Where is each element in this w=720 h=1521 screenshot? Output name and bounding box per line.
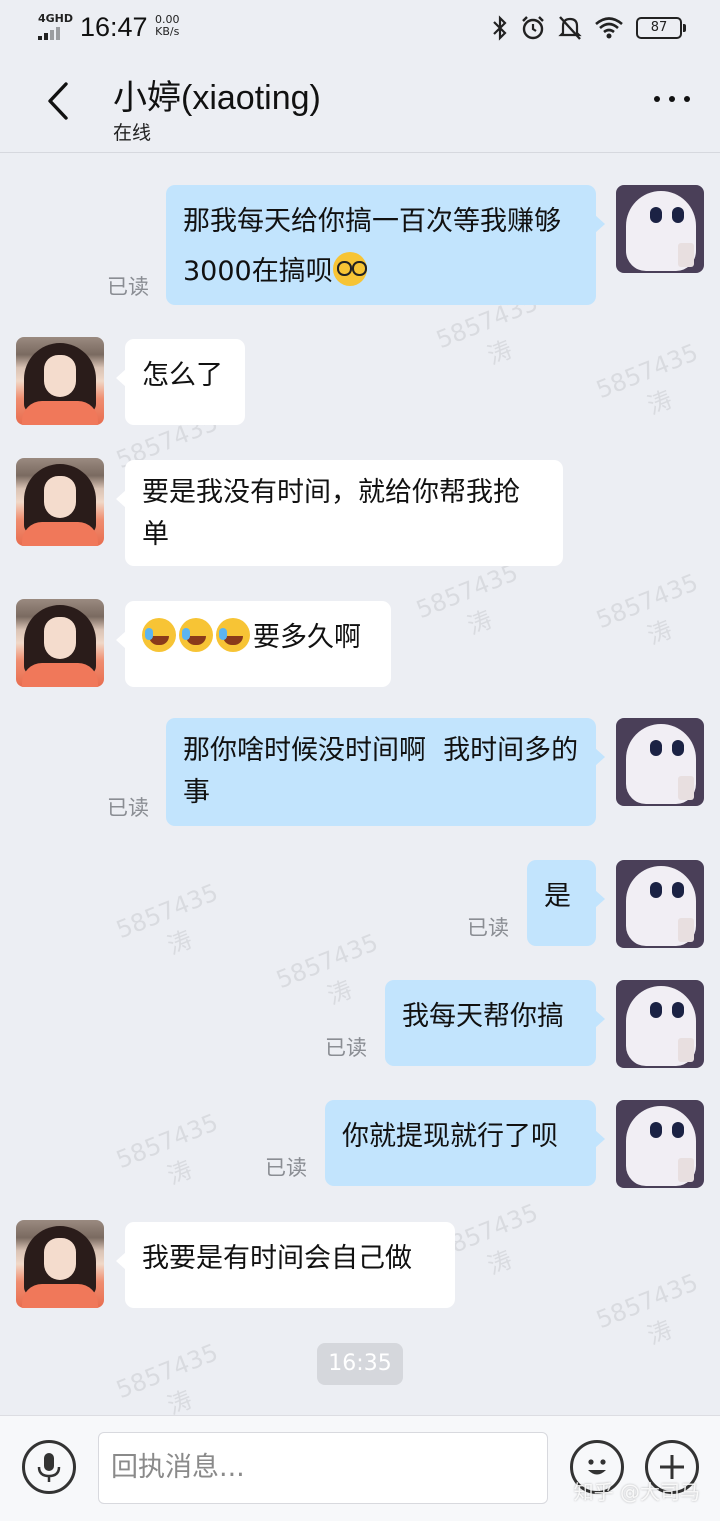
read-receipt: 已读 — [107, 796, 149, 820]
message-row: 我要是有时间会自己做 — [0, 1220, 720, 1308]
site-watermark: 知乎 @大司马 — [573, 1480, 700, 1504]
status-bar: 4GHD 16:47 0.00 KB/s 87 — [0, 0, 720, 56]
message-bubble[interactable]: 要是我没有时间，就给你帮我抢单 — [116, 460, 563, 566]
avatar[interactable] — [16, 458, 104, 546]
chat-header: 小婷(xiaoting) 在线 — [0, 56, 720, 153]
message-bubble[interactable]: 怎么了 — [116, 339, 245, 425]
message-input[interactable]: 回执消息... — [98, 1432, 548, 1504]
read-receipt: 已读 — [107, 275, 149, 299]
message-row: 要是我没有时间，就给你帮我抢单 — [0, 458, 720, 568]
message-row: 已读 我每天帮你搞 — [0, 980, 720, 1068]
read-receipt: 已读 — [467, 916, 509, 940]
message-bubble[interactable]: 是 — [527, 860, 605, 946]
avatar[interactable] — [616, 860, 704, 948]
timestamp: 16:35 — [317, 1343, 403, 1385]
status-icons: 87 — [492, 14, 686, 42]
message-text: 我要是有时间会自己做 — [142, 1243, 412, 1274]
message-text: 是 — [544, 881, 571, 912]
message-text: 那你啥时候没时间啊 我时间多的事 — [183, 735, 579, 808]
chat-area[interactable]: 5857435涛 5857435涛 5857435涛 5857435涛 5857… — [0, 153, 720, 1415]
input-bar: 回执消息... 知乎 @大司马 — [0, 1415, 720, 1521]
avatar[interactable] — [16, 1220, 104, 1308]
alarm-icon — [522, 16, 544, 40]
read-receipt: 已读 — [265, 1156, 307, 1180]
avatar[interactable] — [16, 599, 104, 687]
watermark: 5857435涛 — [112, 1338, 222, 1415]
mute-icon — [558, 16, 582, 40]
avatar[interactable] — [616, 980, 704, 1068]
crying-emoji-icon — [142, 618, 176, 652]
clock: 16:47 — [80, 12, 148, 42]
chevron-left-icon[interactable] — [40, 78, 76, 124]
message-bubble[interactable]: 我每天帮你搞 — [385, 980, 605, 1066]
avatar[interactable] — [616, 185, 704, 273]
message-row: 已读 你就提现就行了呗 — [0, 1100, 720, 1188]
message-row: 要多久啊 — [0, 599, 720, 687]
message-row: 已读 是 — [0, 860, 720, 948]
message-text: 要是我没有时间，就给你帮我抢单 — [142, 477, 520, 550]
message-text: 怎么了 — [142, 360, 223, 391]
battery-icon: 87 — [636, 17, 686, 39]
signal-icon — [38, 26, 70, 40]
message-text: 要多久啊 — [253, 622, 361, 653]
message-bubble[interactable]: 要多久啊 — [116, 601, 391, 687]
message-text: 你就提现就行了呗 — [342, 1121, 558, 1152]
message-text: 我每天帮你搞 — [402, 1001, 564, 1032]
network-speed: 0.00 KB/s — [155, 13, 180, 38]
message-row: 已读 那我每天给你搞一百次等我赚够3000在搞呗 — [0, 185, 720, 307]
microphone-icon[interactable] — [22, 1440, 76, 1494]
read-receipt: 已读 — [325, 1036, 367, 1060]
crying-emoji-icon — [216, 618, 250, 652]
avatar[interactable] — [616, 718, 704, 806]
message-text: 那我每天给你搞一百次等我赚够3000在搞呗 — [183, 206, 561, 287]
wifi-icon — [595, 17, 623, 39]
message-bubble[interactable]: 我要是有时间会自己做 — [116, 1222, 455, 1308]
glasses-emoji-icon — [332, 252, 367, 286]
message-row: 怎么了 — [0, 337, 720, 425]
contact-name: 小婷(xiaoting) — [113, 79, 321, 117]
more-dots-icon[interactable] — [654, 96, 690, 102]
message-bubble[interactable]: 那你啥时候没时间啊 我时间多的事 — [166, 718, 605, 826]
network-type: 4GHD — [38, 12, 74, 25]
message-bubble[interactable]: 你就提现就行了呗 — [325, 1100, 605, 1186]
bluetooth-icon — [493, 15, 507, 41]
avatar[interactable] — [616, 1100, 704, 1188]
message-row: 已读 那你啥时候没时间啊 我时间多的事 — [0, 718, 720, 828]
message-bubble[interactable]: 那我每天给你搞一百次等我赚够3000在搞呗 — [166, 185, 605, 305]
online-status: 在线 — [113, 122, 152, 144]
avatar[interactable] — [16, 337, 104, 425]
crying-emoji-icon — [179, 618, 213, 652]
